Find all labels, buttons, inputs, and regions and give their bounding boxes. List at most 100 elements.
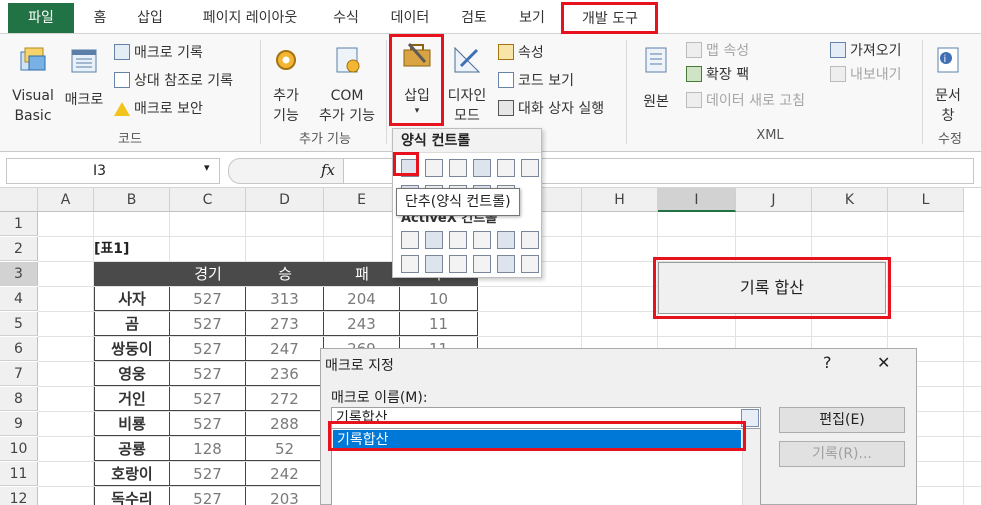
table-cell[interactable]: 527: [170, 312, 246, 336]
activex-scroll-icon[interactable]: [497, 231, 515, 249]
macro-security-button[interactable]: 매크로 보안: [114, 98, 203, 120]
table-cell[interactable]: 527: [170, 362, 246, 386]
row-header-3[interactable]: 3: [0, 262, 38, 286]
activex-spin-icon[interactable]: [521, 231, 539, 249]
activex-option-icon[interactable]: [425, 255, 443, 273]
table-cell[interactable]: 52: [246, 437, 324, 461]
row-header-8[interactable]: 8: [0, 387, 38, 411]
column-header-i[interactable]: I: [658, 188, 736, 212]
import-button[interactable]: 가져오기: [830, 40, 902, 62]
table-cell[interactable]: 527: [170, 337, 246, 361]
addins-button[interactable]: 추가 기능: [266, 44, 306, 126]
table-row-name[interactable]: 비룡: [94, 412, 170, 436]
tab-formulas[interactable]: 수식: [326, 4, 366, 32]
table-cell[interactable]: 243: [324, 312, 400, 336]
tab-page-layout[interactable]: 페이지 레이아웃: [188, 4, 312, 32]
table-cell[interactable]: 288: [246, 412, 324, 436]
column-header-b[interactable]: B: [94, 188, 170, 212]
com-addins-button[interactable]: COM 추가 기능: [312, 44, 382, 126]
table-cell[interactable]: 236: [246, 362, 324, 386]
checkbox-control-icon[interactable]: [449, 159, 467, 177]
edit-button[interactable]: 편집(E): [779, 407, 905, 433]
table-cell[interactable]: 128: [170, 437, 246, 461]
table-row-name[interactable]: 호랑이: [94, 462, 170, 486]
run-dialog-button[interactable]: 대화 상자 실행: [498, 98, 604, 120]
table-header-cell[interactable]: [94, 262, 170, 286]
fx-icon[interactable]: fx: [321, 161, 335, 179]
name-box[interactable]: I3: [6, 158, 220, 184]
tab-data[interactable]: 데이터: [384, 4, 436, 32]
table-cell[interactable]: 527: [170, 387, 246, 411]
properties-button[interactable]: 속성: [498, 42, 544, 64]
table-cell[interactable]: 313: [246, 287, 324, 311]
row-header-1[interactable]: 1: [0, 212, 38, 236]
activex-button-icon[interactable]: [401, 231, 419, 249]
refresh-data-button[interactable]: 데이터 새로 고침: [686, 90, 805, 112]
row-header-2[interactable]: 2: [0, 237, 38, 261]
tab-review[interactable]: 검토: [454, 4, 494, 32]
table-cell[interactable]: 527: [170, 487, 246, 505]
spin-button-icon[interactable]: [473, 159, 491, 177]
table-cell[interactable]: 204: [324, 287, 400, 311]
document-panel-button[interactable]: i 문서 창: [928, 44, 968, 126]
column-header-d[interactable]: D: [246, 188, 324, 212]
table-row-name[interactable]: 쌍둥이: [94, 337, 170, 361]
record-button[interactable]: 기록(R)...: [779, 441, 905, 467]
table-cell[interactable]: 272: [246, 387, 324, 411]
row-header-9[interactable]: 9: [0, 412, 38, 436]
table-header-cell[interactable]: 경기: [170, 262, 246, 286]
table-cell[interactable]: 527: [170, 462, 246, 486]
row-header-11[interactable]: 11: [0, 462, 38, 486]
activex-checkbox-icon[interactable]: [449, 231, 467, 249]
view-code-button[interactable]: 코드 보기: [498, 70, 574, 92]
source-button[interactable]: 원본: [636, 44, 676, 112]
tab-view[interactable]: 보기: [512, 4, 552, 32]
record-sum-button[interactable]: 기록 합산: [658, 262, 886, 314]
column-header-a[interactable]: A: [38, 188, 94, 212]
row-header-12[interactable]: 12: [0, 487, 38, 505]
combo-box-icon[interactable]: [425, 159, 443, 177]
visual-basic-button[interactable]: Visual Basic: [8, 44, 58, 126]
column-header-c[interactable]: C: [170, 188, 246, 212]
table-cell[interactable]: 242: [246, 462, 324, 486]
expansion-packs-button[interactable]: 확장 팩: [686, 64, 749, 86]
select-all-corner[interactable]: [0, 188, 38, 212]
table-cell[interactable]: 203: [246, 487, 324, 505]
table-cell[interactable]: 11: [400, 312, 478, 336]
option-button-icon[interactable]: [521, 159, 539, 177]
table-cell[interactable]: 10: [400, 287, 478, 311]
macros-button[interactable]: 매크로: [60, 44, 108, 110]
activex-toggle-icon[interactable]: [401, 255, 419, 273]
table-row-name[interactable]: 영웅: [94, 362, 170, 386]
column-header-e[interactable]: E: [324, 188, 400, 212]
row-header-5[interactable]: 5: [0, 312, 38, 336]
table-row-name[interactable]: 독수리: [94, 487, 170, 505]
row-header-4[interactable]: 4: [0, 287, 38, 311]
table-cell[interactable]: 247: [246, 337, 324, 361]
column-header-h[interactable]: H: [582, 188, 658, 212]
table-header-cell[interactable]: 승: [246, 262, 324, 286]
table-row-name[interactable]: 사자: [94, 287, 170, 311]
export-button[interactable]: 내보내기: [830, 64, 902, 86]
design-mode-button[interactable]: 디자인 모드: [444, 44, 490, 126]
row-header-7[interactable]: 7: [0, 362, 38, 386]
more-controls-icon[interactable]: [521, 255, 539, 273]
tab-file[interactable]: 파일: [8, 3, 74, 33]
table-row-name[interactable]: 곰: [94, 312, 170, 336]
activex-textbox-icon[interactable]: [473, 231, 491, 249]
list-box-icon[interactable]: [497, 159, 515, 177]
activex-label-icon[interactable]: [449, 255, 467, 273]
column-header-j[interactable]: J: [736, 188, 812, 212]
table-cell[interactable]: 273: [246, 312, 324, 336]
record-macro-button[interactable]: 매크로 기록: [114, 42, 203, 64]
map-properties-button[interactable]: 맵 속성: [686, 40, 749, 62]
help-button[interactable]: ?: [823, 353, 832, 372]
row-header-10[interactable]: 10: [0, 437, 38, 461]
table-header-cell[interactable]: 패: [324, 262, 400, 286]
tab-home[interactable]: 홈: [86, 4, 114, 32]
activex-image-icon[interactable]: [473, 255, 491, 273]
relative-reference-button[interactable]: 상대 참조로 기록: [114, 70, 233, 92]
activex-listbox-icon[interactable]: [497, 255, 515, 273]
tab-insert[interactable]: 삽입: [130, 4, 170, 32]
close-icon[interactable]: ✕: [877, 353, 890, 372]
